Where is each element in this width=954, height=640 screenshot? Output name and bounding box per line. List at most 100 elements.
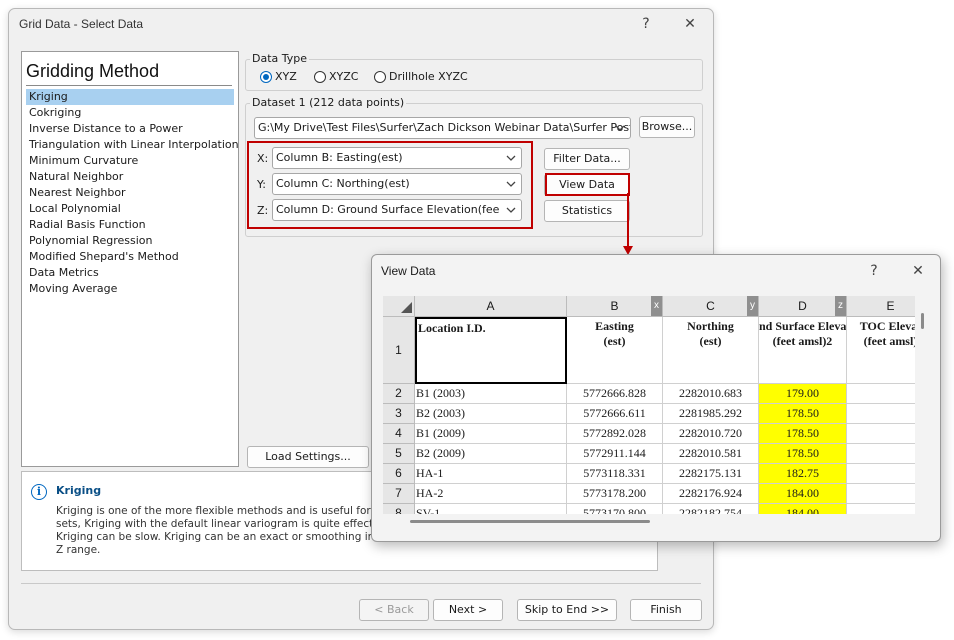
cell-elevation[interactable]: 182.75	[759, 464, 847, 484]
x-label: X:	[257, 152, 269, 165]
next-button[interactable]: Next >	[433, 599, 503, 621]
header-cell-d[interactable]: nd Surface Eleva (feet amsl)2	[759, 317, 847, 384]
data-type-label: Data Type	[250, 52, 310, 65]
row-header-1[interactable]: 1	[383, 317, 415, 384]
cell-easting[interactable]: 5772911.144	[567, 444, 663, 464]
row-header[interactable]: 3	[383, 404, 415, 424]
z-label: Z:	[257, 204, 269, 217]
column-header-d[interactable]: Dz	[759, 296, 847, 317]
close-button[interactable]: ✕	[679, 15, 701, 33]
radio-drillhole-xyzc[interactable]: Drillhole XYZC	[374, 70, 468, 83]
dataset-path-combo[interactable]: G:\My Drive\Test Files\Surfer\Zach Dicks…	[254, 117, 631, 139]
column-header-e[interactable]: E	[847, 296, 915, 317]
header-cell-e[interactable]: TOC Elevat (feet amsl)	[847, 317, 915, 384]
cell-location[interactable]: HA-1	[415, 464, 567, 484]
z-column-select[interactable]: Column D: Ground Surface Elevation(fee	[272, 199, 522, 221]
cell-elevation[interactable]: 179.00	[759, 384, 847, 404]
cell-easting[interactable]: 5772892.028	[567, 424, 663, 444]
column-header-b[interactable]: Bx	[567, 296, 663, 317]
method-item[interactable]: Nearest Neighbor	[26, 185, 234, 201]
cell-location[interactable]: B2 (2003)	[415, 404, 567, 424]
method-item[interactable]: Cokriging	[26, 105, 234, 121]
load-settings-button[interactable]: Load Settings...	[247, 446, 369, 468]
cell-elevation[interactable]: 178.50	[759, 404, 847, 424]
select-all-corner[interactable]	[383, 296, 415, 317]
cell-easting[interactable]: 5773170.800	[567, 504, 663, 514]
cell-toc[interactable]	[847, 424, 915, 444]
row-header[interactable]: 8	[383, 504, 415, 514]
method-item[interactable]: Moving Average	[26, 281, 234, 297]
cell-location[interactable]: HA-2	[415, 484, 567, 504]
cell-elevation[interactable]: 178.50	[759, 424, 847, 444]
cell-location[interactable]: B1 (2009)	[415, 424, 567, 444]
cell-elevation[interactable]: 184.00	[759, 504, 847, 514]
method-item[interactable]: Minimum Curvature	[26, 153, 234, 169]
cell-elevation[interactable]: 184.00	[759, 484, 847, 504]
cell-northing[interactable]: 2282175.131	[663, 464, 759, 484]
cell-easting[interactable]: 5773118.331	[567, 464, 663, 484]
cell-location[interactable]: B2 (2009)	[415, 444, 567, 464]
method-item[interactable]: Triangulation with Linear Interpolation	[26, 137, 239, 153]
chevron-down-icon	[615, 125, 625, 131]
help-button[interactable]: ?	[635, 15, 657, 33]
y-column-tag: y	[747, 296, 758, 316]
method-item[interactable]: Inverse Distance to a Power	[26, 121, 234, 137]
cell-northing[interactable]: 2282176.924	[663, 484, 759, 504]
method-item[interactable]: Local Polynomial	[26, 201, 234, 217]
dataset-label: Dataset 1 (212 data points)	[250, 96, 407, 109]
heading-divider	[26, 85, 232, 86]
column-header-a[interactable]: A	[415, 296, 567, 317]
method-item[interactable]: Radial Basis Function	[26, 217, 234, 233]
cell-toc[interactable]	[847, 444, 915, 464]
cell-toc[interactable]	[847, 404, 915, 424]
gridding-method-heading: Gridding Method	[26, 61, 160, 81]
cell-elevation[interactable]: 178.50	[759, 444, 847, 464]
view-data-close-button[interactable]: ✕	[907, 262, 929, 280]
cell-toc[interactable]	[847, 464, 915, 484]
column-header-c[interactable]: Cy	[663, 296, 759, 317]
row-header[interactable]: 2	[383, 384, 415, 404]
cell-easting[interactable]: 5772666.828	[567, 384, 663, 404]
cell-location[interactable]: B1 (2003)	[415, 384, 567, 404]
method-item[interactable]: Kriging	[26, 89, 234, 105]
cell-toc[interactable]	[847, 484, 915, 504]
radio-xyz[interactable]: XYZ	[260, 70, 297, 83]
method-item[interactable]: Polynomial Regression	[26, 233, 234, 249]
cell-toc[interactable]	[847, 384, 915, 404]
row-header[interactable]: 6	[383, 464, 415, 484]
cell-easting[interactable]: 5773178.200	[567, 484, 663, 504]
gridding-method-list: Kriging Cokriging Inverse Distance to a Po…	[26, 89, 239, 297]
header-cell-c[interactable]: Northing (est)	[663, 317, 759, 384]
header-cell-a[interactable]: Location I.D.	[415, 317, 567, 384]
browse-button[interactable]: Browse...	[639, 116, 695, 138]
row-header[interactable]: 7	[383, 484, 415, 504]
row-header[interactable]: 5	[383, 444, 415, 464]
x-column-tag: x	[651, 296, 662, 316]
cell-northing[interactable]: 2282010.720	[663, 424, 759, 444]
cell-location[interactable]: SV-1	[415, 504, 567, 514]
y-column-select[interactable]: Column C: Northing(est)	[272, 173, 522, 195]
method-item[interactable]: Data Metrics	[26, 265, 234, 281]
vertical-scrollbar[interactable]	[921, 313, 924, 329]
finish-button[interactable]: Finish	[630, 599, 702, 621]
back-button[interactable]: < Back	[359, 599, 429, 621]
view-data-help-button[interactable]: ?	[863, 262, 885, 280]
filter-data-button[interactable]: Filter Data...	[544, 148, 630, 170]
chevron-down-icon	[506, 207, 516, 213]
cell-northing[interactable]: 2282182.754	[663, 504, 759, 514]
radio-xyzc[interactable]: XYZC	[314, 70, 358, 83]
row-header[interactable]: 4	[383, 424, 415, 444]
method-item[interactable]: Modified Shepard's Method	[26, 249, 234, 265]
cell-toc[interactable]	[847, 504, 915, 514]
dialog-title: Grid Data - Select Data	[19, 17, 144, 31]
cell-northing[interactable]: 2282010.683	[663, 384, 759, 404]
method-item[interactable]: Natural Neighbor	[26, 169, 234, 185]
cell-northing[interactable]: 2282010.581	[663, 444, 759, 464]
cell-northing[interactable]: 2281985.292	[663, 404, 759, 424]
statistics-button[interactable]: Statistics	[544, 200, 630, 222]
skip-to-end-button[interactable]: Skip to End >>	[517, 599, 617, 621]
header-cell-b[interactable]: Easting (est)	[567, 317, 663, 384]
cell-easting[interactable]: 5772666.611	[567, 404, 663, 424]
x-column-select[interactable]: Column B: Easting(est)	[272, 147, 522, 169]
horizontal-scrollbar[interactable]	[410, 520, 650, 523]
